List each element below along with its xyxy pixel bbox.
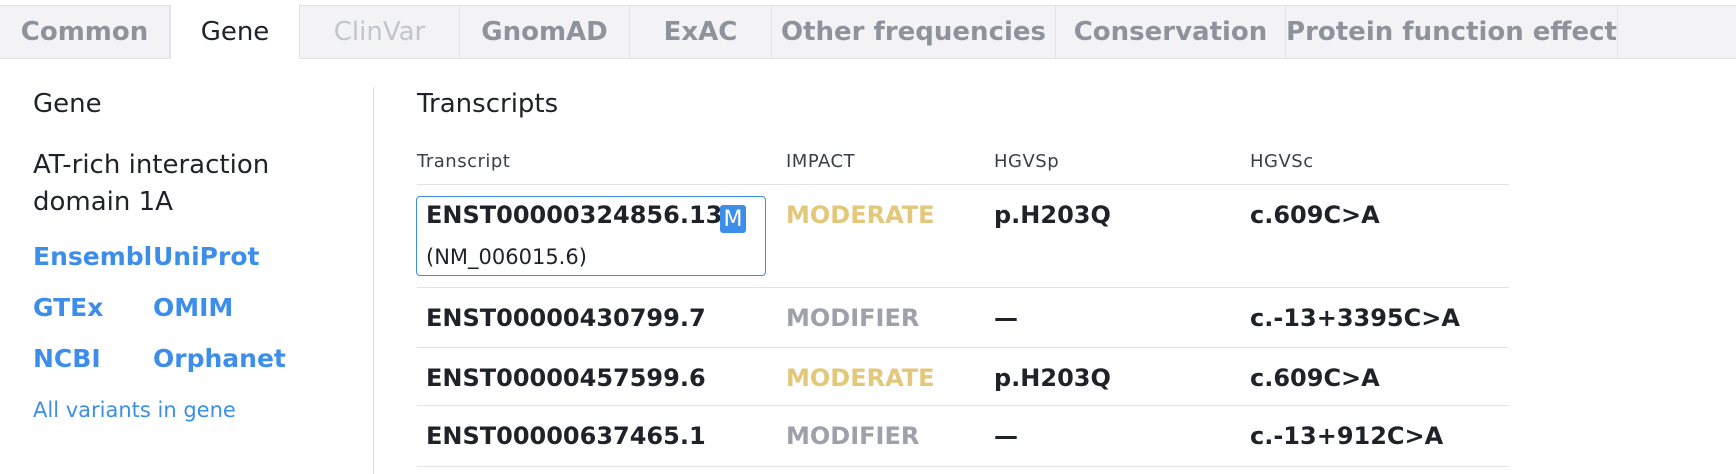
tab-gnomad[interactable]: GnomAD — [460, 5, 630, 59]
row-divider — [417, 347, 1509, 348]
transcript-id[interactable]: ENST00000457599.6 — [426, 364, 706, 392]
refseq-id: (NM_006015.6) — [426, 245, 587, 269]
all-variants-in-gene-link[interactable]: All variants in gene — [33, 398, 236, 422]
hgvsp-value: p.H203Q — [994, 364, 1111, 392]
gene-section-title: Gene — [33, 89, 102, 119]
transcripts-section-title: Transcripts — [417, 89, 559, 119]
tab-clinvar: ClinVar — [300, 5, 460, 59]
tab-other-frequencies[interactable]: Other frequencies — [772, 5, 1056, 59]
tab-protein-function-effect[interactable]: Protein function effect — [1286, 5, 1618, 59]
hgvsp-value: p.H203Q — [994, 201, 1111, 229]
hgvsc-value: c.-13+3395C>A — [1250, 304, 1460, 332]
impact-value: MODIFIER — [786, 422, 920, 450]
tab-exac[interactable]: ExAC — [630, 5, 772, 59]
row-divider — [417, 405, 1509, 406]
hgvsp-value: — — [994, 304, 1018, 332]
mane-select-badge: M — [720, 205, 746, 233]
impact-value: MODERATE — [786, 201, 935, 229]
uniprot-link[interactable]: UniProt — [153, 242, 259, 271]
gtex-link[interactable]: GTEx — [33, 293, 103, 322]
ncbi-link[interactable]: NCBI — [33, 344, 101, 373]
omim-link[interactable]: OMIM — [153, 293, 233, 322]
hgvsc-value: c.609C>A — [1250, 364, 1380, 392]
hgvsp-value: — — [994, 422, 1018, 450]
ensembl-link[interactable]: Ensembl — [33, 242, 152, 271]
transcript-id[interactable]: ENST00000324856.13 — [426, 201, 722, 229]
column-header-transcript: Transcript — [417, 151, 511, 172]
row-divider — [417, 287, 1509, 288]
hgvsc-value: c.609C>A — [1250, 201, 1380, 229]
tab-conservation[interactable]: Conservation — [1056, 5, 1286, 59]
impact-value: MODERATE — [786, 364, 935, 392]
table-header-divider — [417, 184, 1509, 185]
row-divider — [417, 466, 1509, 467]
hgvsc-value: c.-13+912C>A — [1250, 422, 1444, 450]
panel-divider — [373, 87, 374, 474]
gene-full-name: AT-rich interaction domain 1A — [33, 150, 270, 217]
impact-value: MODIFIER — [786, 304, 920, 332]
transcript-id[interactable]: ENST00000637465.1 — [426, 422, 706, 450]
tab-gene[interactable]: Gene — [170, 5, 300, 59]
column-header-impact: IMPACT — [786, 151, 856, 172]
tab-bar: Common Gene ClinVar GnomAD ExAC Other fr… — [0, 5, 1736, 59]
transcript-id[interactable]: ENST00000430799.7 — [426, 304, 706, 332]
orphanet-link[interactable]: Orphanet — [153, 344, 286, 373]
tab-common[interactable]: Common — [0, 5, 170, 59]
column-header-hgvsc: HGVSc — [1250, 151, 1314, 172]
column-header-hgvsp: HGVSp — [994, 151, 1060, 172]
